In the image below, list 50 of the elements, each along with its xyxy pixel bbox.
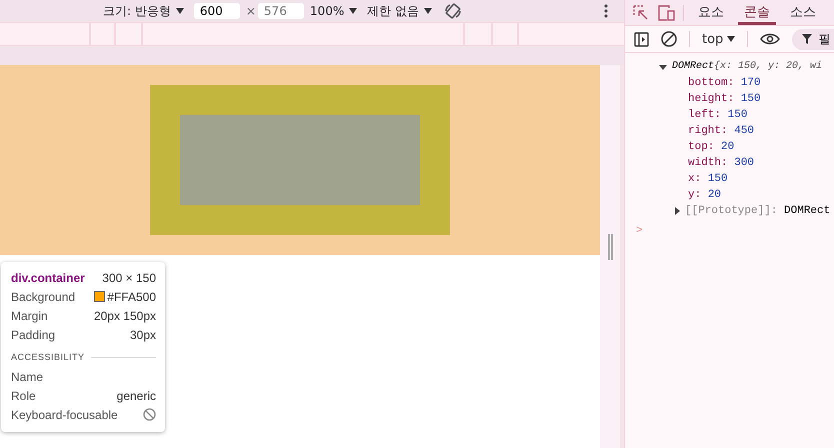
filter-field[interactable]: 필 <box>792 28 834 50</box>
resize-handle[interactable] <box>608 234 612 260</box>
section-heading: ACCESSIBILITY <box>11 352 85 362</box>
property-label: Role <box>11 388 36 402</box>
collapsed-arrow-icon[interactable] <box>675 207 680 215</box>
caret-icon <box>176 8 184 14</box>
property-entry: right: 450 <box>688 124 754 139</box>
filter-icon <box>802 34 812 44</box>
dimensions-dropdown[interactable]: 크기: 반응형 <box>103 2 184 20</box>
property-entry: height: 150 <box>688 92 761 107</box>
more-icon[interactable] <box>604 4 608 18</box>
caret-icon <box>424 8 432 14</box>
clear-icon[interactable] <box>661 31 677 47</box>
not-allowed-icon <box>143 408 156 421</box>
expanded-arrow-icon[interactable] <box>659 64 667 70</box>
times-sign: × <box>246 4 256 18</box>
property-label: Keyboard-focusable <box>11 408 118 422</box>
element-selector: div.container <box>11 270 85 284</box>
property-value: generic <box>116 388 156 402</box>
zoom-dropdown[interactable]: 100% <box>310 4 358 18</box>
property-value: #FFA500 <box>107 290 156 304</box>
device-toggle-icon[interactable] <box>657 4 675 20</box>
context-dropdown[interactable]: top <box>702 32 736 46</box>
panel-tab[interactable]: 요소 <box>692 0 730 25</box>
property-label: Padding <box>11 328 56 342</box>
property-entry: x: 150 <box>688 172 728 187</box>
element-size: 300 × 150 <box>102 270 156 284</box>
panel-tab[interactable]: 콘솔 <box>738 0 776 25</box>
property-label: Margin <box>11 308 48 322</box>
inspect-icon[interactable] <box>633 4 649 20</box>
prototype-entry: [[Prototype]]: DOMRect <box>685 204 830 219</box>
object-summary: DOMRect{x: 150, y: 20, wi <box>672 60 822 74</box>
property-label: Name <box>11 370 44 384</box>
panel-tab[interactable]: 소스 <box>784 0 822 25</box>
caret-icon <box>727 36 736 42</box>
property-entry: width: 300 <box>688 156 754 171</box>
rotate-icon[interactable] <box>444 2 462 20</box>
property-entry: top: 20 <box>688 140 734 155</box>
property-value: 20px 150px <box>94 308 156 322</box>
property-entry: left: 150 <box>688 108 748 123</box>
height-field[interactable]: 576 <box>258 3 304 19</box>
eye-icon[interactable] <box>760 33 780 45</box>
property-value: 30px <box>130 328 156 342</box>
throttle-dropdown[interactable]: 제한 없음 <box>367 2 432 20</box>
property-label: Background <box>11 290 76 304</box>
property-entry: y: 20 <box>688 188 722 203</box>
property-entry: bottom: 170 <box>688 76 761 91</box>
caret-icon <box>349 8 358 14</box>
sidebar-toggle-icon[interactable] <box>634 32 649 46</box>
width-field[interactable]: 600 <box>194 3 240 19</box>
